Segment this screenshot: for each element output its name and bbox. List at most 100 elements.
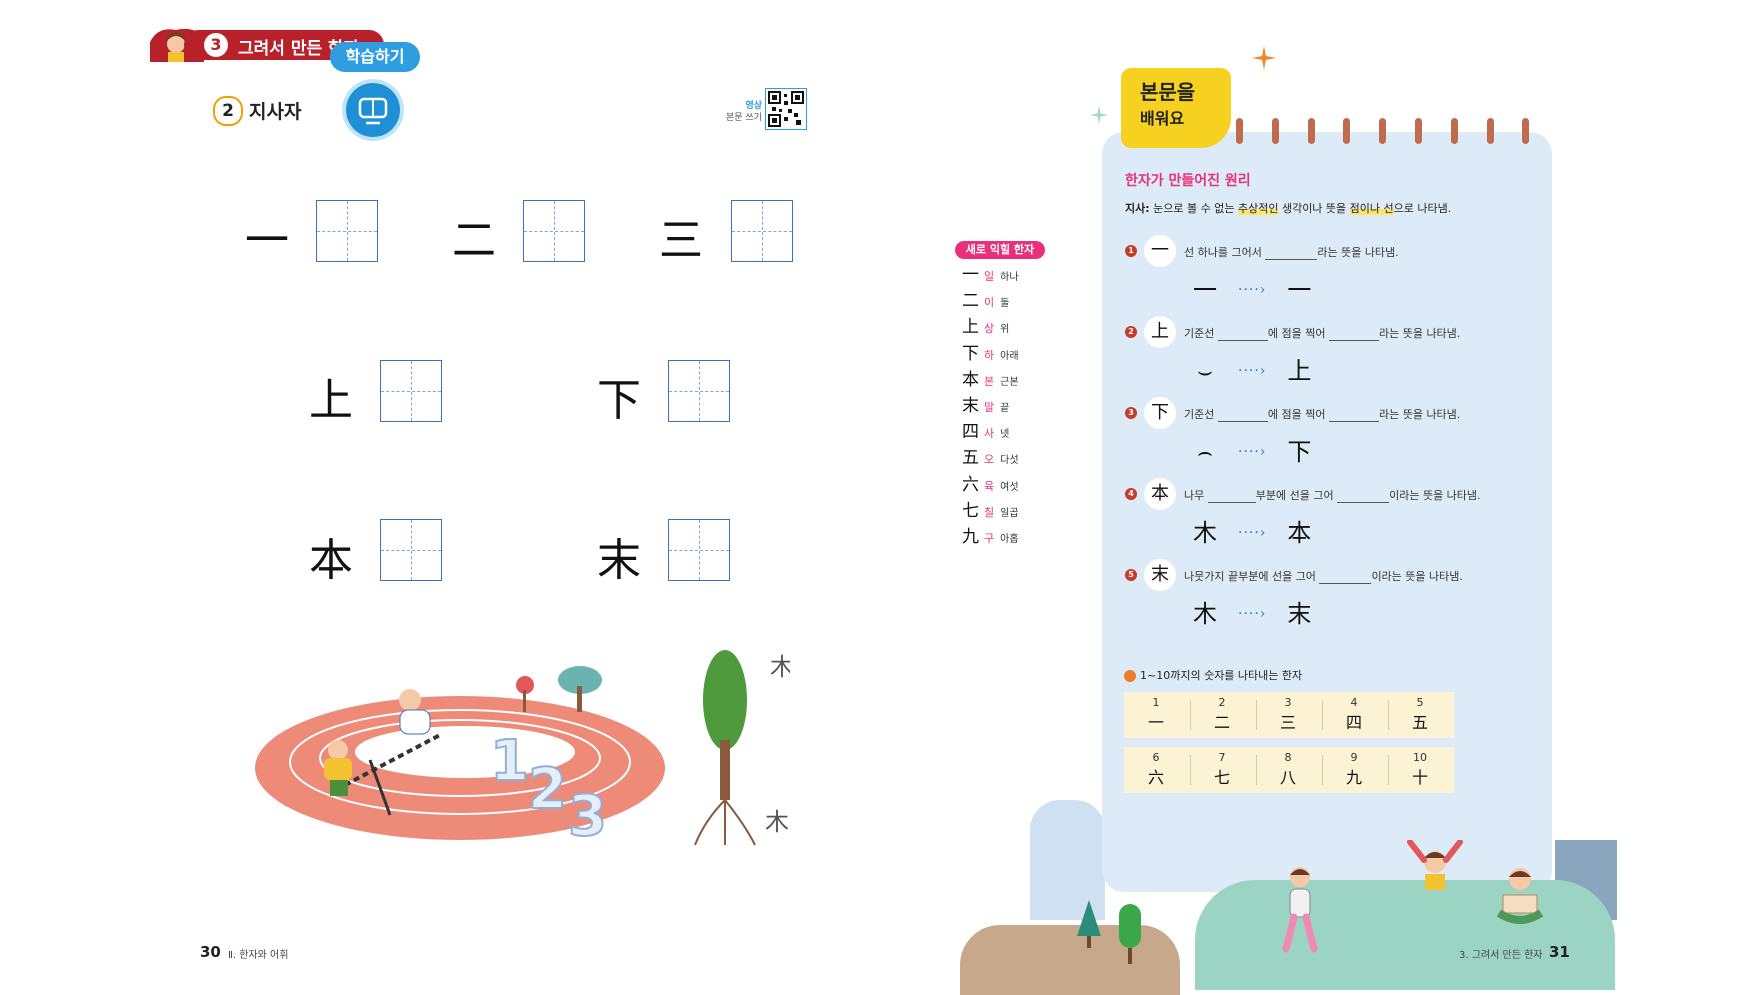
- modern-form: 末: [1287, 600, 1312, 628]
- evolution-row: 木 ····› 本: [1188, 513, 1316, 547]
- definition-part: 으로 나타냄.: [1393, 202, 1452, 215]
- definition-term: 지사:: [1125, 202, 1150, 215]
- video-label: 영상 본문 쓰기: [720, 100, 762, 124]
- number-digit: 9: [1350, 751, 1358, 764]
- vocab-char: 九: [962, 527, 979, 547]
- number-cell: 9九: [1322, 751, 1386, 788]
- number-digit: 7: [1218, 751, 1226, 764]
- answer-blank[interactable]: [1328, 328, 1379, 341]
- modern-form: 上: [1287, 357, 1312, 385]
- notebook-ring: [1236, 118, 1243, 144]
- video-label-top: 영상: [745, 101, 762, 111]
- page-number: 30: [200, 943, 221, 961]
- definition-highlight: 점이나 선: [1349, 202, 1394, 215]
- notebook-ring: [1343, 118, 1350, 144]
- vocab-sound: 사: [984, 427, 995, 441]
- numbers-title: 1~10까지의 숫자를 나타내는 한자: [1124, 667, 1302, 683]
- evolution-row: ⌢ ····› 下: [1188, 432, 1316, 466]
- practice-char: 下: [597, 375, 641, 426]
- item-text-part: 기준선: [1184, 408, 1215, 421]
- vocab-sound: 육: [984, 479, 995, 493]
- writing-box[interactable]: [668, 360, 730, 422]
- number-cell: 8八: [1256, 751, 1320, 788]
- evolution-row: ⌣ ····› 上: [1188, 351, 1316, 385]
- ancient-form: 一: [1193, 276, 1217, 304]
- number-digit: 8: [1284, 751, 1292, 764]
- answer-blank[interactable]: [1217, 409, 1268, 422]
- number-hanja: 一: [1147, 713, 1164, 732]
- vocab-sound: 하: [984, 348, 995, 362]
- sparkle-icon: [1252, 46, 1276, 70]
- ancient-form: ⌣: [1197, 357, 1213, 385]
- child-character-icon: [1282, 867, 1318, 953]
- number-cell: 4四: [1322, 696, 1386, 733]
- practice-char: 末: [597, 535, 641, 586]
- notebook-ring: [1415, 118, 1422, 144]
- number-cell: 6六: [1124, 751, 1188, 788]
- notebook-ring: [1308, 118, 1315, 144]
- book-study-icon[interactable]: [346, 83, 400, 137]
- item-number: 1: [1125, 245, 1137, 257]
- item-text: 기준선 에 점을 찍어 라는 뜻을 나타냄.: [1184, 406, 1460, 422]
- chapter-number: 3: [204, 33, 228, 57]
- writing-box[interactable]: [380, 519, 442, 581]
- answer-blank[interactable]: [1207, 490, 1256, 503]
- page-label: 3. 그려서 만든 한자: [1459, 950, 1543, 961]
- vocab-row: 上상위: [962, 316, 1009, 338]
- number-hanja: 九: [1345, 768, 1362, 787]
- answer-blank[interactable]: [1217, 328, 1268, 341]
- number-digit: 4: [1350, 696, 1358, 709]
- answer-blank[interactable]: [1265, 247, 1318, 260]
- ancient-form: ⌢: [1197, 438, 1213, 466]
- item-text-part: 기준선: [1184, 327, 1215, 340]
- vocab-row: 本 본 근본: [962, 369, 1019, 391]
- item-text-part: 부분에 선을 그어: [1255, 489, 1334, 502]
- vocab-char: 五: [962, 448, 979, 469]
- item-text-part: 라는 뜻을 나타냄.: [1317, 246, 1399, 259]
- number-hanja: 二: [1213, 713, 1230, 732]
- practice-char: 本: [309, 535, 353, 586]
- vocab-meaning: 여섯: [1000, 481, 1019, 493]
- vocab-sound: 이: [984, 296, 995, 310]
- vocab-row: 七 칠 일곱: [962, 500, 1019, 522]
- number-cell: 2二: [1190, 696, 1254, 733]
- answer-blank[interactable]: [1319, 571, 1372, 584]
- number-hanja: 十: [1411, 768, 1428, 787]
- numbers-table-row: 1一 2二 3三 4四 5五: [1124, 692, 1454, 738]
- number-cell: 1一: [1124, 696, 1188, 733]
- writing-box[interactable]: [523, 200, 585, 262]
- study-bubble[interactable]: 학습하기: [330, 42, 420, 72]
- writing-box[interactable]: [731, 200, 793, 262]
- vocab-meaning: 둘: [1000, 298, 1010, 310]
- numbers-title-text: 1~10까지의 숫자를 나타내는 한자: [1140, 669, 1303, 682]
- principle-title: 한자가 만들어진 원리: [1125, 173, 1251, 189]
- child-character-icon: [1407, 840, 1463, 890]
- item-text-part: 선 하나를 그어서: [1184, 246, 1262, 259]
- track-illustration: 1 2 3 木 木: [255, 650, 790, 850]
- ancient-form: 木: [1193, 600, 1217, 628]
- notebook-ring: [1272, 118, 1279, 144]
- writing-box[interactable]: [380, 360, 442, 422]
- vocab-meaning: 아래: [1000, 350, 1019, 362]
- evolution-row: 一 ····› 一: [1188, 270, 1316, 304]
- vocab-meaning: 근본: [1000, 376, 1019, 388]
- item-number: 5: [1125, 569, 1137, 581]
- arrow-icon: ····›: [1238, 363, 1267, 379]
- definition-part: 생각이나 뜻을: [1278, 202, 1350, 215]
- vocab-row: 二이둘: [962, 290, 1009, 312]
- number-cell: 7七: [1190, 751, 1254, 788]
- writing-box[interactable]: [668, 519, 730, 581]
- answer-blank[interactable]: [1337, 490, 1390, 503]
- qr-code-icon[interactable]: [765, 88, 807, 130]
- section-number: 2: [213, 96, 243, 126]
- vocab-sound: 일: [984, 270, 995, 283]
- arrow-icon: ····›: [1238, 282, 1267, 298]
- reading-child-icon: [1496, 868, 1544, 924]
- numbers-table-row: 6六 7七 8八 9九 10 十: [1124, 747, 1454, 793]
- item-text-part: 나무: [1184, 489, 1205, 502]
- vocab-sound: 말: [984, 401, 995, 414]
- number-hanja: 五: [1411, 713, 1428, 732]
- ancient-form: 木: [1193, 519, 1217, 547]
- writing-box[interactable]: [316, 200, 378, 262]
- answer-blank[interactable]: [1328, 409, 1379, 422]
